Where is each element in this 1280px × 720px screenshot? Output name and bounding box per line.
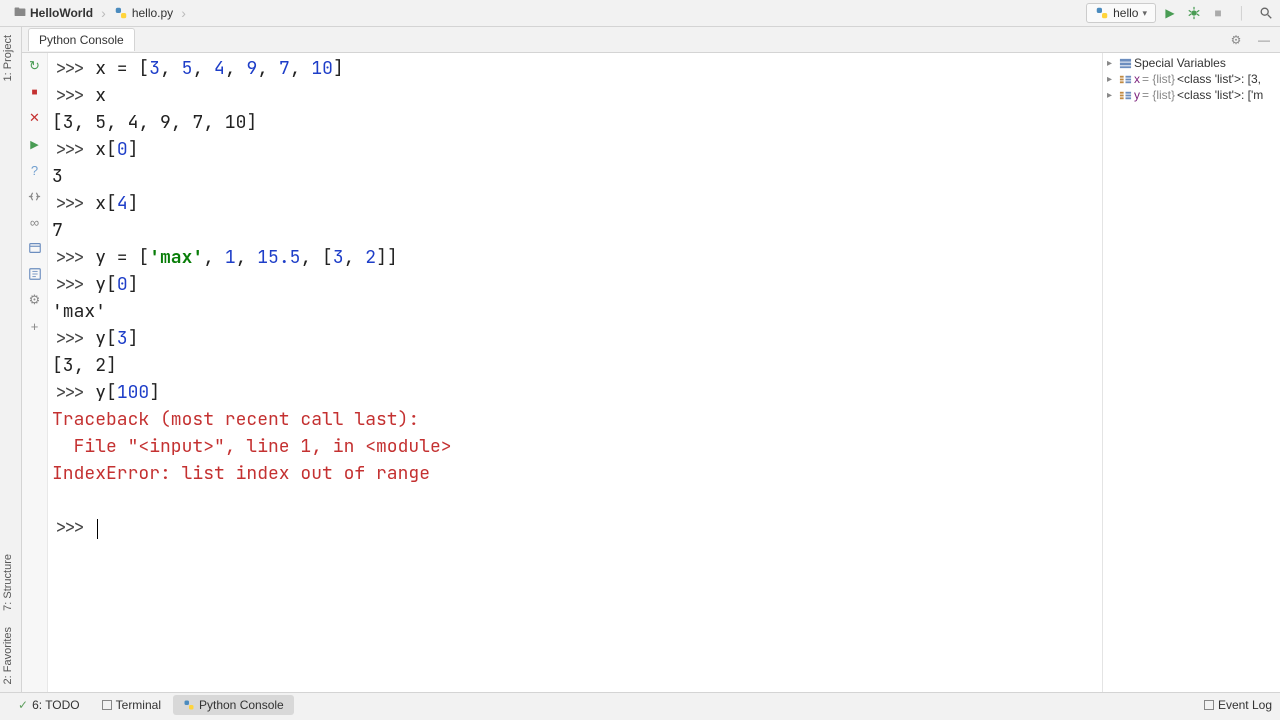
console-line: >>> y = ['max', 1, 15.5, [3, 2]]	[52, 246, 398, 269]
console-line: >>> x	[52, 84, 106, 107]
browse-history-button[interactable]	[26, 265, 44, 283]
python-icon	[114, 6, 128, 20]
stop-button[interactable]: ■	[1208, 3, 1228, 23]
variables-panel: ▸ Special Variables ▸ x = {list} <class …	[1102, 53, 1280, 692]
expand-icon[interactable]: ▸	[1107, 90, 1117, 101]
settings-gear-icon[interactable]: ⚙	[1226, 30, 1246, 50]
console-line: 7	[52, 219, 63, 242]
toggle-vars-button[interactable]: ∞	[26, 213, 44, 231]
python-icon	[1095, 6, 1109, 20]
separator: │	[1232, 3, 1252, 23]
favorites-tool-tab[interactable]: 2: Favorites	[0, 619, 21, 692]
todo-tab[interactable]: ✓6: TODO	[8, 695, 90, 715]
console-output[interactable]: >>> x = [3, 5, 4, 9, 7, 10] >>> x [3, 5,…	[48, 53, 1102, 692]
console-line: >>> x[4]	[52, 192, 138, 215]
minimize-icon[interactable]: —	[1254, 30, 1274, 50]
console-line: >>> x = [3, 5, 4, 9, 7, 10]	[52, 57, 344, 80]
chevron-right-icon: ›	[181, 5, 186, 21]
console-tab[interactable]: Python Console	[28, 28, 135, 51]
run-config-selector[interactable]: hello ▾	[1086, 3, 1156, 23]
console-panel: Python Console ⚙ — ↻ ■ ✕ ▶ ? ∞ ⚙ + >>> x…	[22, 27, 1280, 692]
console-line: 'max'	[52, 300, 106, 323]
vars-group-icon	[1119, 57, 1132, 70]
chevron-right-icon: ›	[101, 5, 106, 21]
console-error-line: File "<input>", line 1, in <module>	[52, 435, 452, 458]
top-bar: 🖿 HelloWorld › hello.py › hello ▾ ▶ ■ │	[0, 0, 1280, 27]
terminal-tab[interactable]: Terminal	[92, 695, 171, 715]
special-variables-row[interactable]: ▸ Special Variables	[1105, 55, 1278, 71]
expand-icon[interactable]: ▸	[1107, 58, 1117, 69]
list-var-icon	[1119, 73, 1132, 86]
chevron-down-icon: ▾	[1142, 8, 1147, 19]
console-line: >>> y[0]	[52, 273, 138, 296]
help-button[interactable]: ?	[26, 161, 44, 179]
project-tool-tab[interactable]: 1: Project	[0, 27, 21, 89]
breadcrumb-file[interactable]: hello.py	[108, 4, 179, 22]
python-icon	[183, 699, 195, 711]
console-prompt-line[interactable]: >>>	[52, 516, 98, 539]
run-button[interactable]: ▶	[1160, 3, 1180, 23]
console-gutter: ↻ ■ ✕ ▶ ? ∞ ⚙ +	[22, 53, 48, 692]
bottom-bar: ✓6: TODO Terminal Python Console Event L…	[0, 692, 1280, 716]
console-line: >>> x[0]	[52, 138, 138, 161]
top-right-toolbar: hello ▾ ▶ ■ │	[1086, 3, 1276, 23]
event-log-button[interactable]: Event Log	[1204, 698, 1272, 712]
variable-y-row[interactable]: ▸ y = {list} <class 'list'>: ['m	[1105, 87, 1278, 103]
folder-icon: 🖿	[14, 3, 26, 24]
console-line: >>> y[100]	[52, 381, 160, 404]
list-var-icon	[1119, 89, 1132, 102]
expand-icon[interactable]: ▸	[1107, 74, 1117, 85]
console-error-line: IndexError: list index out of range	[52, 462, 430, 485]
console-error-line: Traceback (most recent call last):	[52, 408, 419, 431]
settings-button[interactable]: ⚙	[26, 291, 44, 309]
left-tool-stripe: 1: Project 7: Structure 2: Favorites	[0, 27, 22, 692]
terminal-icon	[102, 700, 112, 710]
breadcrumb-project[interactable]: 🖿 HelloWorld	[8, 1, 99, 26]
text-cursor	[97, 519, 98, 539]
console-line: [3, 2]	[52, 354, 117, 377]
breadcrumb: 🖿 HelloWorld › hello.py ›	[4, 1, 186, 26]
python-console-tab[interactable]: Python Console	[173, 695, 294, 715]
variable-x-row[interactable]: ▸ x = {list} <class 'list'>: [3,	[1105, 71, 1278, 87]
new-console-button[interactable]	[26, 239, 44, 257]
structure-tool-tab[interactable]: 7: Structure	[0, 546, 21, 619]
debug-button[interactable]	[1184, 3, 1204, 23]
console-line: [3, 5, 4, 9, 7, 10]	[52, 111, 257, 134]
console-line: >>> y[3]	[52, 327, 138, 350]
event-log-icon	[1204, 700, 1214, 710]
debug-attach-button[interactable]	[26, 187, 44, 205]
console-line: 3	[52, 165, 63, 188]
execute-button[interactable]: ▶	[26, 135, 44, 153]
add-button[interactable]: +	[26, 317, 44, 335]
search-button[interactable]	[1256, 3, 1276, 23]
close-button[interactable]: ✕	[26, 109, 44, 127]
rerun-button[interactable]: ↻	[26, 57, 44, 75]
stop-button[interactable]: ■	[26, 83, 44, 101]
